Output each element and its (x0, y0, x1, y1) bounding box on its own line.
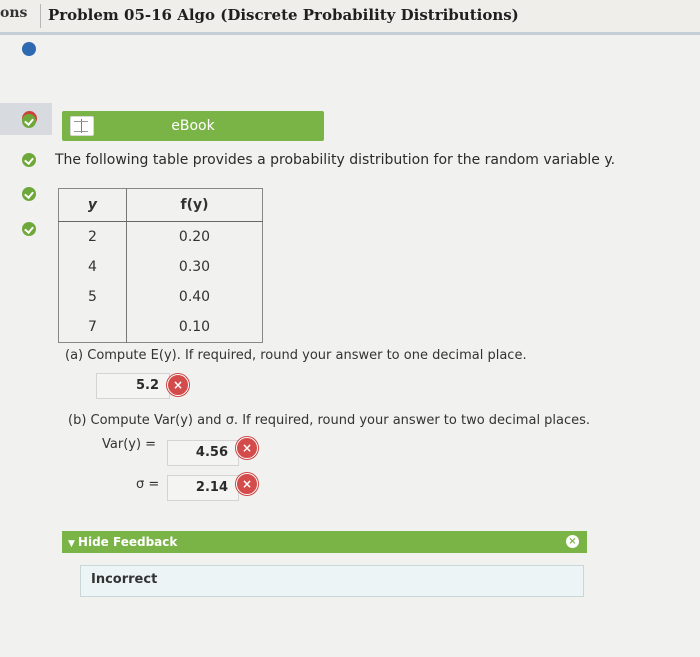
table-cell: 0.30 (178, 259, 211, 275)
check-icon[interactable] (22, 153, 36, 167)
feedback-message: Incorrect (91, 572, 158, 587)
triangle-down-icon: ▼ (68, 539, 75, 549)
question-nav: × (0, 35, 52, 657)
part-a-prompt: (a) Compute E(y). If required, round you… (65, 348, 527, 363)
hide-feedback-toggle[interactable]: ▼ Hide Feedback × (62, 531, 587, 553)
ebook-label: eBook (171, 118, 215, 134)
check-icon[interactable] (22, 187, 36, 201)
table-cell: 0.20 (178, 229, 211, 245)
table-row: 5 0.40 (58, 282, 263, 312)
table-header-row: y f(y) (58, 188, 263, 222)
current-question-dot[interactable] (22, 42, 36, 56)
table-row: 7 0.10 (58, 312, 263, 343)
table-cell: 7 (58, 312, 127, 343)
column-header-y: y (58, 188, 127, 222)
page-title: Problem 05-16 Algo (Discrete Probability… (48, 6, 519, 24)
table-cell: 0.10 (178, 319, 211, 335)
header-divider (40, 4, 41, 28)
table-row: 4 0.30 (58, 252, 263, 282)
book-icon[interactable] (70, 116, 94, 136)
question-intro: The following table provides a probabili… (55, 152, 616, 168)
variance-label: Var(y) = (102, 437, 157, 452)
table-cell: 4 (58, 252, 127, 282)
table-cell: 5 (58, 282, 127, 312)
table-cell: 2 (58, 221, 127, 252)
probability-table: y f(y) 2 0.20 4 0.30 5 0.40 7 0.10 (58, 188, 263, 343)
check-icon[interactable] (22, 114, 36, 128)
feedback-panel: Incorrect (80, 565, 584, 597)
error-icon: × (236, 437, 258, 459)
column-header-fy: f(y) (126, 188, 263, 222)
hide-feedback-label: Hide Feedback (77, 535, 178, 549)
close-icon[interactable]: × (566, 535, 579, 548)
part-b-prompt: (b) Compute Var(y) and σ. If required, r… (68, 413, 591, 428)
top-bar: ons Problem 05-16 Algo (Discrete Probabi… (0, 0, 700, 35)
check-icon[interactable] (22, 222, 36, 236)
variance-input[interactable]: 4.56 (167, 440, 239, 466)
table-row: 2 0.20 (58, 221, 263, 252)
ebook-button[interactable]: eBook (62, 111, 324, 141)
tab-label[interactable]: ons (0, 5, 27, 21)
table-cell: 0.40 (178, 289, 211, 305)
sigma-label: σ = (136, 477, 160, 492)
sigma-input[interactable]: 2.14 (167, 475, 239, 501)
expected-value-input[interactable]: 5.2 (96, 373, 170, 399)
error-icon: × (167, 374, 189, 396)
error-icon: × (236, 473, 258, 495)
